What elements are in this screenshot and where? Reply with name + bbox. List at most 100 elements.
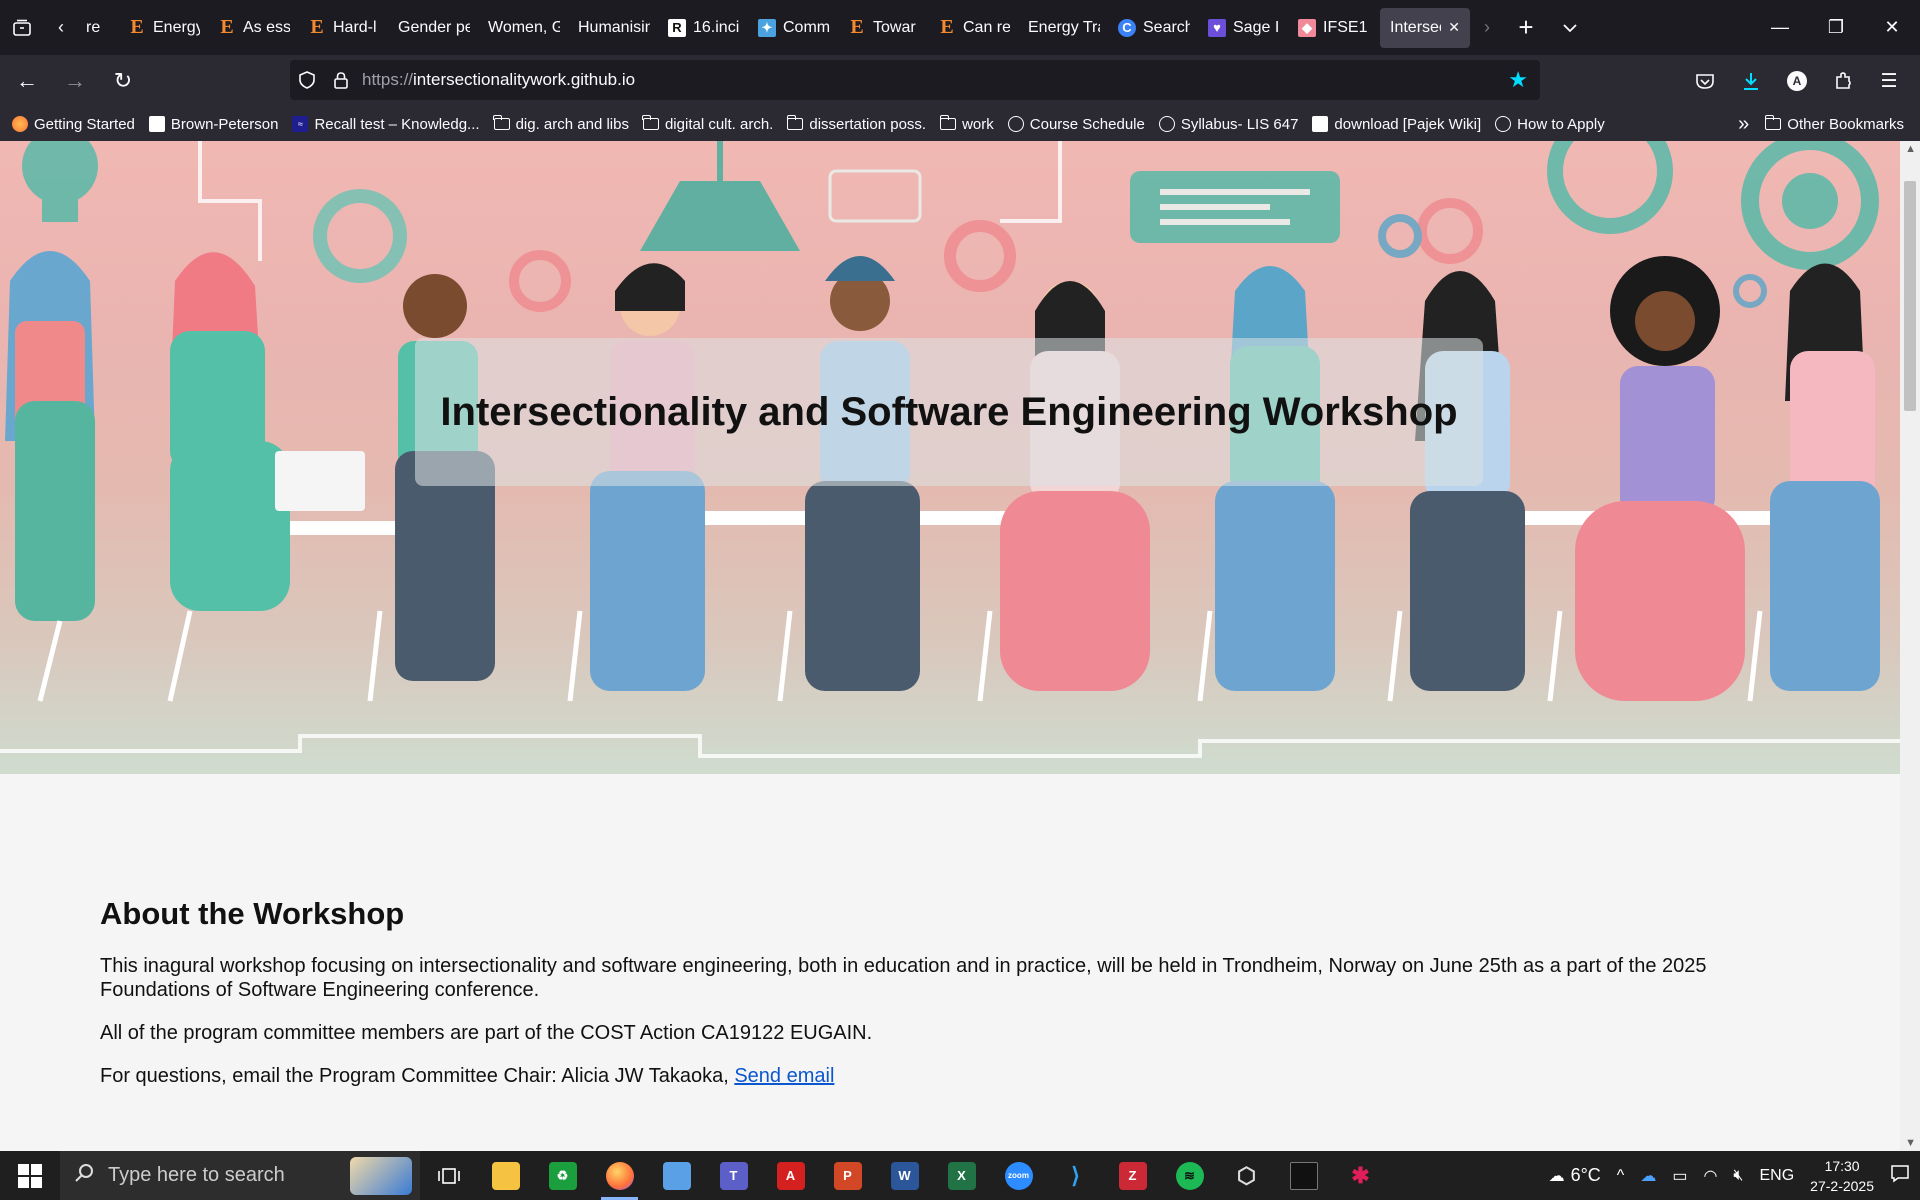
browser-tab[interactable]: E As ess bbox=[210, 8, 298, 48]
show-hidden-icons-chevron-icon[interactable]: ^ bbox=[1617, 1167, 1625, 1185]
browser-tab[interactable]: Humanisin bbox=[570, 8, 658, 48]
firefox-taskbar-icon[interactable] bbox=[591, 1151, 648, 1200]
forward-icon[interactable]: → bbox=[54, 61, 96, 101]
windows-start-icon[interactable] bbox=[0, 1151, 60, 1200]
browser-tab[interactable]: E Can re bbox=[930, 8, 1018, 48]
new-tab-icon[interactable]: + bbox=[1504, 6, 1548, 50]
browser-tab[interactable]: ✦ Comm bbox=[750, 8, 838, 48]
back-icon[interactable]: ← bbox=[6, 61, 48, 101]
other-bookmarks-folder[interactable]: Other Bookmarks bbox=[1764, 115, 1904, 133]
powerpoint-taskbar-icon[interactable]: P bbox=[819, 1151, 876, 1200]
reload-icon[interactable]: ↻ bbox=[102, 61, 144, 101]
weather-widget[interactable]: ☁ 6°C bbox=[1549, 1165, 1601, 1186]
clock[interactable]: 17:30 27-2-2025 bbox=[1810, 1156, 1874, 1196]
account-avatar-icon[interactable]: A bbox=[1774, 61, 1820, 101]
list-all-tabs-icon[interactable] bbox=[0, 6, 44, 50]
tab-label: Gender pe bbox=[398, 18, 470, 36]
slack-taskbar-icon[interactable]: ✱ bbox=[1332, 1151, 1389, 1200]
excel-taskbar-icon[interactable]: X bbox=[933, 1151, 990, 1200]
windows-taskbar: Type here to search ♻ T A P W Xzoom ⟩ Z ≋ ⬡ ✱ ☁ 6°… bbox=[0, 1151, 1920, 1200]
teams-taskbar-icon[interactable]: T bbox=[705, 1151, 762, 1200]
navigation-bar: ← → ↻ https://intersectionalitywork.gith… bbox=[0, 55, 1920, 107]
hero-banner: Intersectionality and Software Engineeri… bbox=[0, 141, 1900, 774]
researchgate-icon: R bbox=[668, 18, 686, 37]
pocket-icon[interactable] bbox=[1682, 61, 1728, 101]
wifi-icon[interactable]: ◠ bbox=[1703, 1166, 1717, 1186]
more-bookmarks-chevron-icon[interactable]: » bbox=[1738, 113, 1749, 136]
browser-tab[interactable]: ◆ IFSE1 bbox=[1290, 8, 1378, 48]
unity-taskbar-icon[interactable]: ⬡ bbox=[1218, 1151, 1275, 1200]
tab-label: Can re bbox=[963, 18, 1010, 36]
zoom-taskbar-icon[interactable]: zoom bbox=[990, 1151, 1047, 1200]
bookmark-item[interactable]: dig. arch and libs bbox=[492, 115, 629, 133]
volume-muted-icon[interactable]: 🔇︎ bbox=[1733, 1167, 1743, 1185]
browser-tab[interactable]: E Hard-l bbox=[300, 8, 388, 48]
bookmark-item[interactable]: Getting Started bbox=[12, 116, 135, 133]
page-scrollbar[interactable]: ▲ ▼ bbox=[1900, 141, 1920, 1151]
lock-icon[interactable] bbox=[324, 71, 358, 89]
bookmark-item[interactable]: work bbox=[939, 115, 994, 133]
scroll-tabs-right-icon[interactable]: › bbox=[1470, 6, 1504, 50]
browser-tab[interactable]: Energy Tra bbox=[1020, 8, 1108, 48]
spotify-taskbar-icon[interactable]: ≋ bbox=[1161, 1151, 1218, 1200]
tab-label: IFSE1 bbox=[1323, 18, 1368, 36]
scroll-down-arrow-icon[interactable]: ▼ bbox=[1905, 1137, 1916, 1149]
browser-tab[interactable]: re bbox=[78, 8, 118, 48]
task-view-taskbar-icon[interactable] bbox=[420, 1151, 477, 1200]
restore-icon[interactable]: ❐ bbox=[1808, 0, 1864, 55]
browser-tab[interactable]: Women, G bbox=[480, 8, 568, 48]
bookmark-item[interactable]: How to Apply bbox=[1495, 116, 1605, 133]
word-taskbar-icon[interactable]: W bbox=[876, 1151, 933, 1200]
browser-tab[interactable]: R 16.inci bbox=[660, 8, 748, 48]
hamburger-menu-icon[interactable]: ☰ bbox=[1866, 61, 1912, 101]
terminal-taskbar-icon[interactable] bbox=[1275, 1151, 1332, 1200]
close-window-icon[interactable]: ✕ bbox=[1864, 0, 1920, 55]
zotero-taskbar-icon[interactable]: Z bbox=[1104, 1151, 1161, 1200]
tracking-protection-shield-icon[interactable] bbox=[290, 71, 324, 89]
file-explorer-taskbar-icon[interactable] bbox=[477, 1151, 534, 1200]
bookmark-item[interactable]: digital cult. arch. bbox=[642, 115, 773, 133]
elsevier-icon: E bbox=[850, 16, 864, 38]
onedrive-icon[interactable]: ☁ bbox=[1640, 1166, 1656, 1186]
language-indicator[interactable]: ENG bbox=[1760, 1167, 1795, 1185]
scroll-up-arrow-icon[interactable]: ▲ bbox=[1905, 143, 1916, 155]
bookmark-label: Course Schedule bbox=[1029, 115, 1145, 133]
acrobat-taskbar-icon[interactable]: A bbox=[762, 1151, 819, 1200]
url-bar[interactable]: https://intersectionalitywork.github.io … bbox=[290, 60, 1540, 100]
extensions-icon[interactable] bbox=[1820, 61, 1866, 101]
minimize-icon[interactable]: — bbox=[1752, 0, 1808, 55]
browser-tab[interactable]: C Search bbox=[1110, 8, 1198, 48]
bookmark-label: dissertation poss. bbox=[809, 115, 927, 133]
scroll-tabs-left-icon[interactable]: ‹ bbox=[44, 6, 78, 50]
browser-tab[interactable]: Intersec ✕ bbox=[1380, 7, 1470, 48]
url-host: intersectionalitywork.github.io bbox=[413, 70, 636, 89]
browser-tab[interactable]: E Towar bbox=[840, 8, 928, 48]
vscode-taskbar-icon[interactable]: ⟩ bbox=[1047, 1151, 1104, 1200]
send-email-link[interactable]: Send email bbox=[734, 1065, 834, 1087]
tab-overflow-chevron-icon[interactable] bbox=[1548, 6, 1592, 50]
browser-tab[interactable]: ♥ Sage I bbox=[1200, 8, 1288, 48]
notifications-icon[interactable] bbox=[1890, 1163, 1910, 1188]
bookmark-item[interactable]: download [Pajek Wiki] bbox=[1312, 116, 1481, 133]
battery-icon[interactable]: ▭ bbox=[1672, 1166, 1687, 1186]
maps-taskbar-icon[interactable] bbox=[648, 1151, 705, 1200]
bookmark-item[interactable]: ≈ Recall test – Knowledg... bbox=[292, 116, 480, 133]
bookmark-item[interactable]: dissertation poss. bbox=[786, 115, 927, 133]
recycle-app-taskbar-icon[interactable]: ♻ bbox=[534, 1151, 591, 1200]
close-tab-icon[interactable]: ✕ bbox=[1448, 19, 1460, 36]
bookmark-star-icon[interactable]: ★ bbox=[1508, 67, 1528, 93]
tab-label: Search bbox=[1143, 18, 1190, 36]
contact-text: For questions, email the Program Committ… bbox=[100, 1065, 735, 1087]
bookmark-item[interactable]: Course Schedule bbox=[1007, 115, 1145, 133]
weather-cloud-icon: ☁ bbox=[1548, 1167, 1565, 1185]
taskbar-search-box[interactable]: Type here to search bbox=[60, 1151, 420, 1200]
bookmark-item[interactable]: Brown-Peterson bbox=[148, 116, 278, 133]
downloads-icon[interactable] bbox=[1728, 61, 1774, 101]
browser-tab[interactable]: Gender pe bbox=[390, 8, 478, 48]
browser-tab[interactable]: E Energy bbox=[120, 8, 208, 48]
tab-label: re bbox=[86, 18, 101, 36]
recall-icon: ≈ bbox=[292, 116, 309, 132]
scrollbar-thumb[interactable] bbox=[1904, 181, 1916, 411]
folder-icon bbox=[939, 115, 957, 132]
bookmark-item[interactable]: Syllabus- LIS 647 bbox=[1158, 116, 1298, 133]
